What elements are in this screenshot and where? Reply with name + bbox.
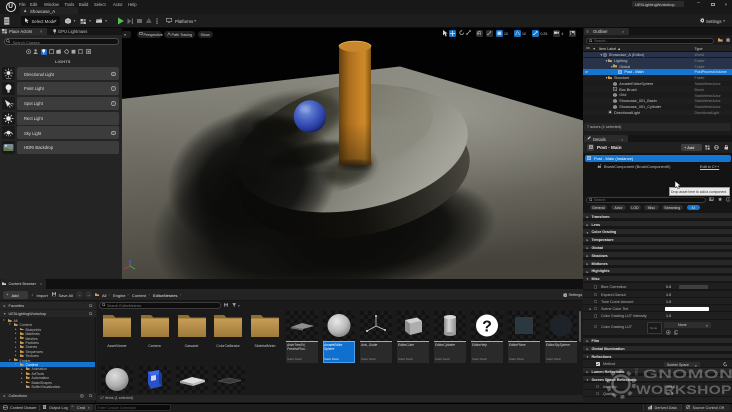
svg-text:?: ?: [482, 318, 492, 335]
svg-text:i: i: [727, 198, 728, 202]
